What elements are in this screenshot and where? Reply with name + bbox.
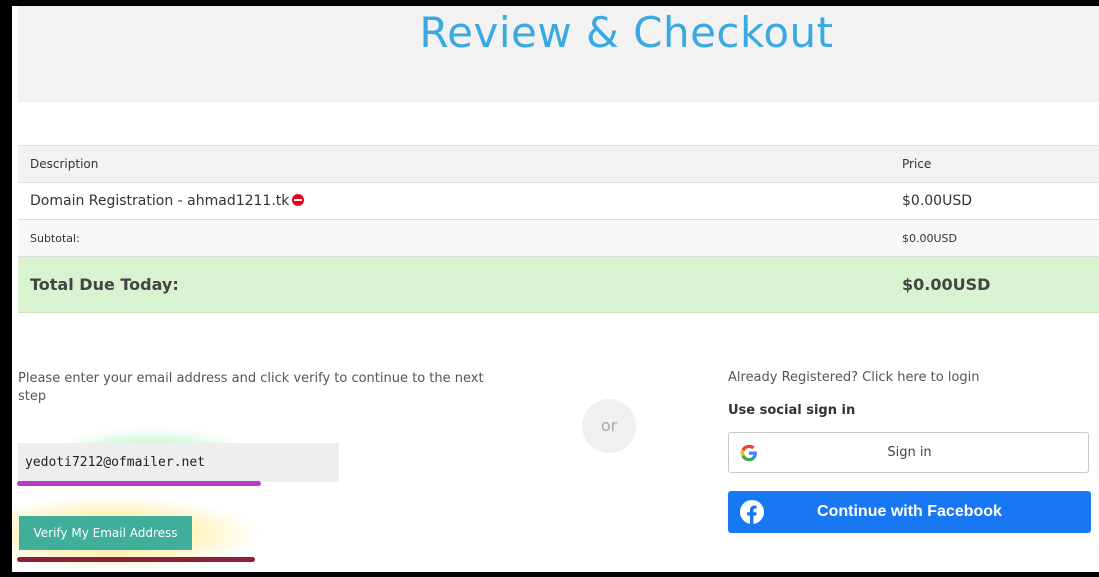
description-header: Description — [18, 145, 890, 183]
checkout-page: Review & Checkout Description Price Doma… — [12, 6, 1099, 572]
email-input[interactable] — [18, 443, 339, 482]
item-price: $0.00USD — [890, 182, 1099, 220]
price-header: Price — [890, 145, 1099, 183]
item-description-cell: Domain Registration - ahmad1211.tk — [18, 182, 890, 220]
google-sign-in-button[interactable]: Sign in — [728, 432, 1089, 473]
subtotal-label: Subtotal: — [18, 219, 890, 257]
verify-email-button[interactable]: Verify My Email Address — [19, 516, 192, 550]
google-button-label: Sign in — [887, 445, 932, 460]
purple-underline-annotation — [17, 481, 261, 486]
social-sign-in-label: Use social sign in — [728, 403, 856, 418]
remove-icon[interactable] — [292, 194, 305, 206]
total-label: Total Due Today: — [18, 256, 890, 313]
subtotal-row: Subtotal: $0.00USD — [18, 219, 1099, 257]
login-link[interactable]: Already Registered? Click here to login — [728, 370, 980, 385]
subtotal-value: $0.00USD — [890, 219, 1099, 257]
page-title: Review & Checkout — [419, 8, 834, 57]
facebook-login-button[interactable]: Continue with Facebook — [728, 491, 1091, 533]
email-instructions: Please enter your email address and clic… — [18, 371, 484, 404]
table-header-row: Description Price — [18, 145, 1099, 183]
total-value: $0.00USD — [890, 256, 1099, 313]
maroon-underline-annotation — [17, 557, 255, 562]
table-row: Domain Registration - ahmad1211.tk $0.00… — [18, 182, 1099, 220]
total-row: Total Due Today: $0.00USD — [18, 256, 1099, 313]
or-divider: or — [582, 399, 636, 453]
order-summary-table: Description Price Domain Registration - … — [18, 145, 1099, 313]
item-description: Domain Registration - ahmad1211.tk — [30, 193, 290, 209]
facebook-button-label: Continue with Facebook — [817, 503, 1002, 520]
